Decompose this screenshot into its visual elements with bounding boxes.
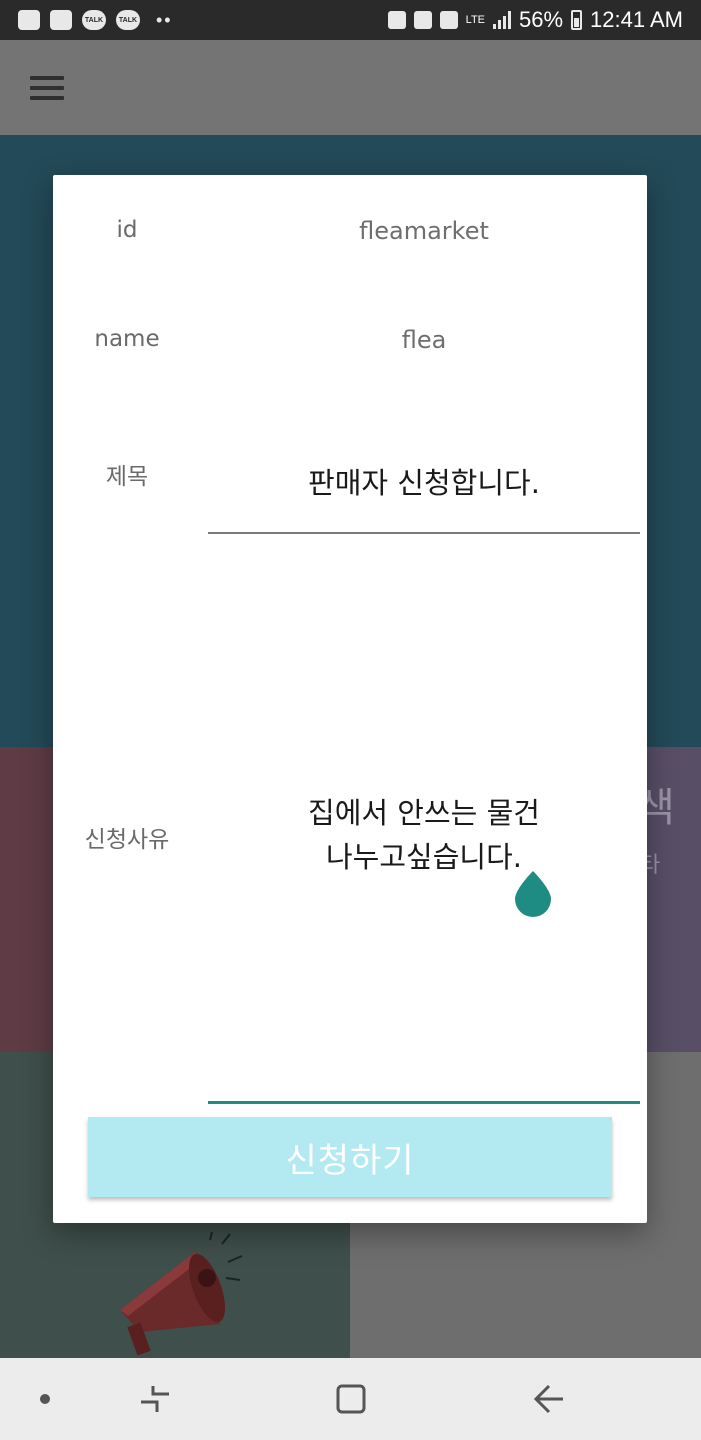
text-cursor-handle-icon[interactable] [515, 871, 551, 917]
sync-icon [387, 11, 406, 29]
seller-application-dialog: id fleamarket name flea 제목 판매자 신청합니다. 신청… [53, 175, 647, 1223]
battery-percent: 56% [519, 7, 564, 32]
mute-icon [413, 11, 432, 29]
status-icons: LTE 56% 12:41 AM [387, 7, 683, 33]
back-icon[interactable] [524, 1358, 574, 1440]
title-label: 제목 [105, 464, 149, 490]
app-bar [0, 40, 701, 135]
reason-label: 신청사유 [84, 827, 170, 853]
home-icon[interactable] [326, 1358, 376, 1440]
name-label: name [94, 326, 160, 352]
id-label: id [116, 217, 138, 243]
screen: TALK TALK •• LTE 56% 12:41 AM 색 타 id fle… [0, 0, 701, 1440]
navigation-bar [0, 1358, 701, 1440]
name-value: flea [401, 326, 447, 354]
reason-line: 집에서 안쓰는 물건 [308, 796, 540, 830]
reason-input[interactable]: 집에서 안쓰는 물건 나누고싶습니다. [208, 775, 640, 1104]
nav-dot-icon[interactable] [30, 1358, 60, 1440]
id-value: fleamarket [359, 217, 489, 245]
status-bar: TALK TALK •• LTE 56% 12:41 AM [0, 0, 701, 40]
signal-icon [493, 11, 511, 29]
kakaotalk-notification-icon: TALK [116, 10, 140, 30]
network-type: LTE [465, 13, 485, 26]
battery-icon [571, 10, 583, 30]
alarm-icon [439, 11, 458, 29]
notification-icons: TALK TALK •• [18, 10, 173, 30]
more-notifications-icon: •• [156, 10, 173, 30]
reason-line: 나누고싶습니다. [326, 840, 522, 874]
submit-button[interactable]: 신청하기 [88, 1117, 612, 1197]
kakaotalk-notification-icon: TALK [82, 10, 106, 30]
gallery-notification-icon [50, 10, 72, 30]
megaphone-icon [120, 1232, 243, 1356]
hamburger-icon[interactable] [30, 76, 64, 100]
title-input[interactable]: 판매자 신청합니다. [208, 430, 640, 534]
clock: 12:41 AM [590, 7, 683, 32]
recent-apps-icon[interactable] [130, 1358, 180, 1440]
app-notification-icon [18, 10, 40, 30]
